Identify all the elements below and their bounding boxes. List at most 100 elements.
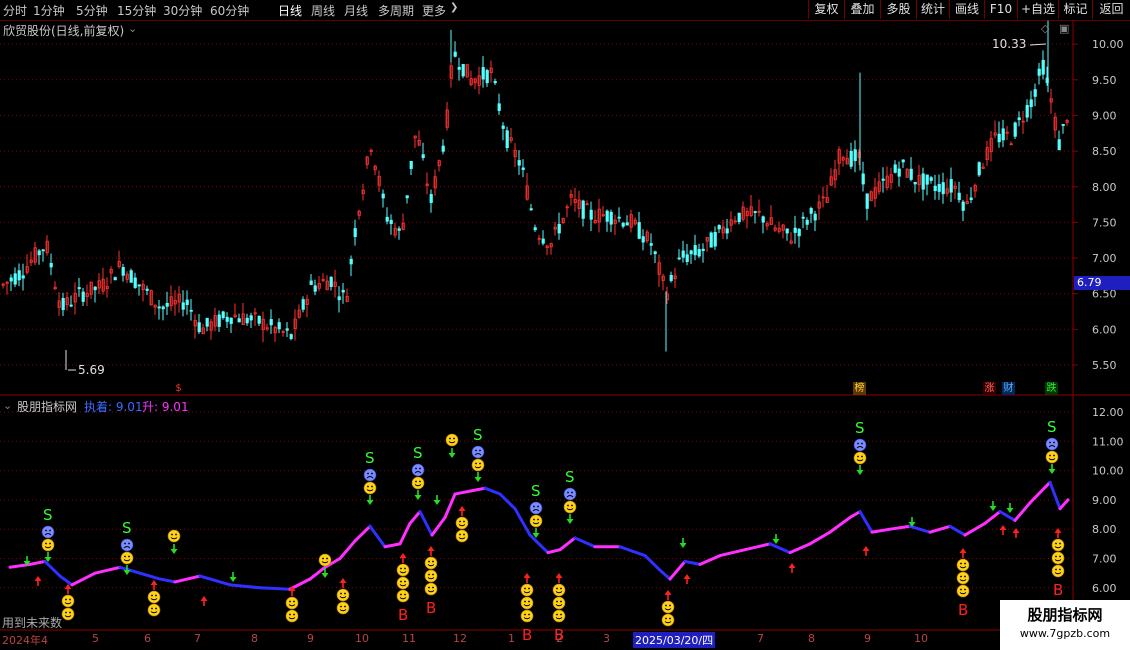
statistics-button[interactable]: 统计: [916, 0, 949, 19]
candle-body: [677, 257, 681, 260]
period-tab-daily[interactable]: 日线: [278, 2, 302, 19]
smiley-eye: [65, 598, 67, 601]
candle-body: [181, 302, 185, 310]
diamond-icon[interactable]: ◇: [1041, 22, 1049, 35]
sad-face-eye: [1049, 441, 1051, 444]
fuquan-button[interactable]: 复权: [808, 0, 844, 19]
smiley-eye: [964, 575, 966, 578]
smiley-eye: [69, 611, 71, 614]
period-tab-multi[interactable]: 多周期: [378, 2, 414, 19]
smiley-eye: [151, 594, 153, 597]
candle-body: [881, 178, 885, 181]
date-label: 1: [508, 632, 515, 645]
sad-face-eye: [571, 491, 573, 494]
limit-down-tag[interactable]: 跌: [1045, 382, 1058, 395]
indicator-segment: [528, 533, 550, 555]
smiley-eye: [528, 600, 530, 603]
smiley-eye: [475, 462, 477, 465]
ranking-tag[interactable]: 榜: [853, 382, 866, 395]
sad-face-eye: [419, 467, 421, 470]
smiley-eye: [400, 580, 402, 583]
candle-body: [557, 223, 561, 234]
smiley-icon: [147, 603, 161, 617]
window-toggle-icon[interactable]: ▣: [1059, 22, 1069, 35]
overlay-button[interactable]: 叠加: [844, 0, 880, 19]
sad-face-icon: [853, 438, 867, 452]
indicator-segment: [383, 542, 402, 549]
sad-face-eye: [533, 505, 535, 508]
smiley-eye: [1053, 454, 1055, 457]
candle-body: [249, 315, 253, 321]
date-label: 5: [92, 632, 99, 645]
limit-up-tag[interactable]: 涨: [983, 382, 996, 395]
candle-body: [221, 311, 225, 319]
chevron-right-icon[interactable]: ❯: [450, 2, 458, 13]
back-button[interactable]: 返回: [1092, 0, 1130, 19]
multi-stock-button[interactable]: 多股: [880, 0, 916, 19]
chart-canvas[interactable]: 10.009.509.008.508.007.507.006.506.005.5…: [0, 20, 1130, 650]
candle-body: [429, 194, 433, 203]
smiley-eye: [1059, 542, 1061, 545]
indicator-segment: [888, 524, 912, 531]
candle-body: [457, 66, 461, 70]
smiley-eye: [960, 588, 962, 591]
indicator-segment: [28, 559, 47, 566]
smiley-icon: [956, 584, 970, 598]
draw-line-button[interactable]: 画线: [949, 0, 984, 19]
period-tab-60min[interactable]: 60分钟: [210, 2, 249, 19]
chevron-down-icon[interactable]: ⌄: [3, 399, 12, 412]
candle-body: [257, 315, 261, 324]
smiley-icon: [552, 609, 566, 623]
candle-body: [341, 289, 345, 293]
smiley-eye: [293, 600, 295, 603]
period-tab-15min[interactable]: 15分钟: [117, 2, 156, 19]
dollar-tag[interactable]: $: [172, 382, 185, 395]
smiley-eye: [964, 562, 966, 565]
period-tab-5min[interactable]: 5分钟: [76, 2, 108, 19]
high-price-label: 10.33: [992, 37, 1027, 51]
period-tab-30min[interactable]: 30分钟: [163, 2, 202, 19]
period-tab-monthly[interactable]: 月线: [344, 2, 368, 19]
smiley-eye: [1059, 555, 1061, 558]
add-favorite-button[interactable]: +自选: [1017, 0, 1058, 19]
smiley-eye: [289, 613, 291, 616]
smiley-eye: [293, 613, 295, 616]
mark-button[interactable]: 标记: [1058, 0, 1092, 19]
smiley-eye: [665, 617, 667, 620]
candle-body: [381, 193, 385, 199]
candle-body: [237, 318, 241, 323]
candle-body: [121, 267, 125, 276]
date-label: 8: [251, 632, 258, 645]
chevron-down-icon[interactable]: ⌄: [128, 22, 137, 35]
sell-arrow-head: [433, 500, 441, 505]
smiley-eye: [69, 598, 71, 601]
period-tab-weekly[interactable]: 周线: [311, 2, 335, 19]
sell-signal-label: S: [531, 482, 541, 500]
current-price-badge: 6.79: [1074, 276, 1130, 290]
candle-body: [717, 225, 721, 230]
smiley-eye: [459, 533, 461, 536]
candle-body: [801, 216, 805, 219]
smiley-eye: [400, 567, 402, 570]
stock-title: 欣贸股份(日线,前复权): [3, 24, 125, 38]
price-tick-label: 9.50: [1092, 74, 1117, 87]
period-tab-more[interactable]: 更多: [422, 2, 446, 19]
smiley-icon: [424, 569, 438, 583]
f10-button[interactable]: F10: [984, 0, 1017, 19]
finance-tag[interactable]: 财: [1002, 382, 1015, 395]
smiley-eye: [344, 592, 346, 595]
period-tab-fenshi[interactable]: 分时: [3, 2, 27, 19]
indicator-tick-label: 11.00: [1092, 435, 1124, 448]
buy-signal-label: B: [958, 601, 968, 619]
candle-body: [853, 149, 857, 161]
candle-body: [921, 173, 925, 190]
candle-body: [501, 125, 505, 129]
candle-body: [937, 184, 941, 192]
smiley-eye: [556, 587, 558, 590]
sad-face-eye: [567, 491, 569, 494]
period-tab-1min[interactable]: 1分钟: [33, 2, 65, 19]
candle-body: [505, 130, 509, 149]
buy-arrow-head: [555, 573, 563, 578]
candle-body: [93, 286, 97, 291]
smiley-icon: [853, 451, 867, 465]
